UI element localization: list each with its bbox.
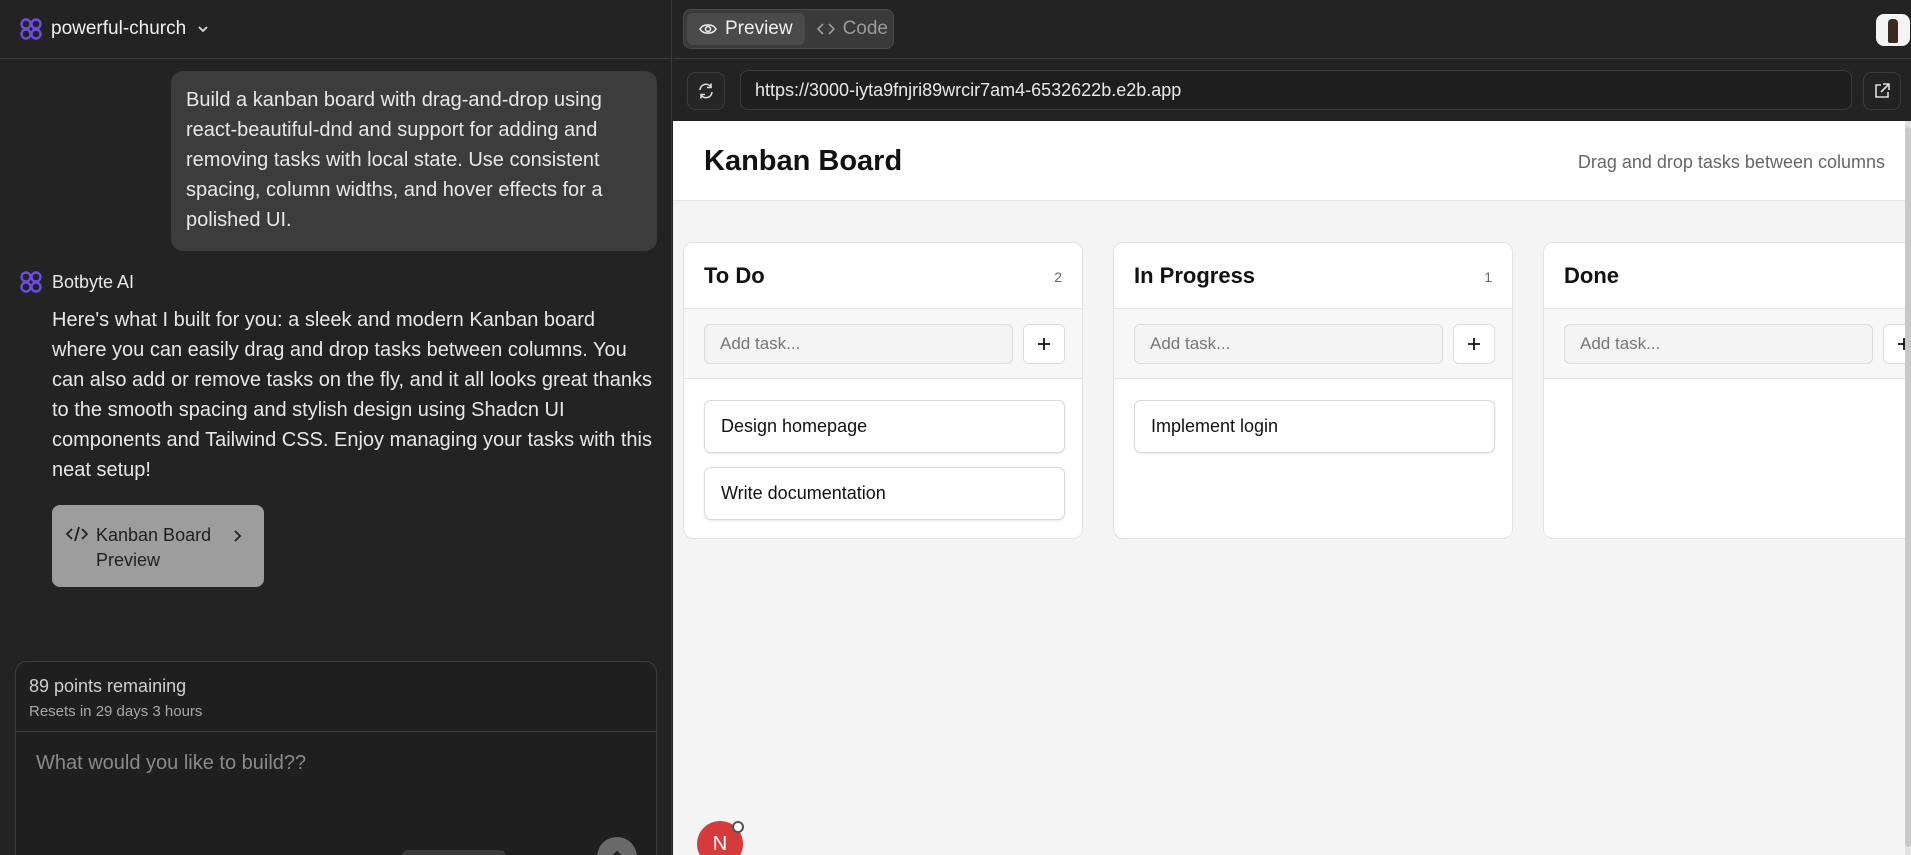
preview-card-label: Kanban Board Preview bbox=[96, 525, 212, 570]
plus-icon bbox=[1038, 338, 1050, 350]
tab-code-label: Code bbox=[842, 18, 888, 39]
column-header: In Progress 1 bbox=[1114, 243, 1512, 309]
add-task-input[interactable] bbox=[1134, 324, 1443, 364]
tab-preview-label: Preview bbox=[725, 18, 793, 39]
chevron-right-icon bbox=[234, 530, 242, 542]
kanban-header: Kanban Board Drag and drop tasks between… bbox=[673, 121, 1905, 201]
eye-icon bbox=[699, 24, 717, 34]
avatar[interactable] bbox=[1876, 14, 1910, 46]
preview-panel: Preview Code Kanban Board Drag and drop … bbox=[673, 0, 1911, 855]
plus-icon bbox=[1898, 338, 1905, 350]
task-card[interactable]: Design homepage bbox=[704, 400, 1065, 453]
task-card[interactable]: Implement login bbox=[1134, 400, 1495, 453]
model-selector[interactable] bbox=[402, 850, 506, 855]
ai-name: Botbyte AI bbox=[52, 271, 135, 292]
column-title: Done bbox=[1564, 263, 1619, 288]
kanban-subtitle: Drag and drop tasks between columns bbox=[1577, 152, 1885, 172]
chevron-down-icon[interactable] bbox=[196, 22, 210, 36]
user-message: Build a kanban board with drag-and-drop … bbox=[171, 71, 657, 251]
add-task-button[interactable] bbox=[1883, 324, 1905, 364]
preview-toolbar: Preview Code bbox=[673, 0, 1911, 59]
add-task-row bbox=[1544, 309, 1905, 379]
task-card[interactable]: Write documentation bbox=[704, 467, 1065, 520]
preview-scrollbar[interactable] bbox=[1905, 121, 1911, 855]
preview-frame: Kanban Board Drag and drop tasks between… bbox=[673, 121, 1905, 855]
add-task-input[interactable] bbox=[704, 324, 1013, 364]
code-icon bbox=[816, 23, 835, 35]
ai-author: Botbyte AI bbox=[19, 270, 134, 294]
project-name[interactable]: powerful-church bbox=[51, 18, 186, 40]
tab-preview[interactable]: Preview bbox=[687, 13, 805, 45]
column-in-progress: In Progress 1 Implement login bbox=[1113, 242, 1513, 539]
column-count: 2 bbox=[1054, 269, 1062, 285]
column-header: To Do 2 bbox=[684, 243, 1082, 309]
logo-icon bbox=[20, 18, 42, 40]
chat-panel: powerful-church Build a kanban board wit… bbox=[0, 0, 672, 855]
badge-letter: N bbox=[712, 832, 728, 855]
points-info: 89 points remaining Resets in 29 days 3 … bbox=[16, 662, 656, 732]
plus-icon bbox=[1468, 338, 1480, 350]
column-title: In Progress bbox=[1134, 263, 1256, 288]
column-count: 1 bbox=[1484, 269, 1492, 285]
kanban-title: Kanban Board bbox=[704, 145, 903, 177]
send-button[interactable] bbox=[597, 837, 637, 855]
add-task-button[interactable] bbox=[1023, 324, 1065, 364]
add-task-input[interactable] bbox=[1564, 324, 1873, 364]
prompt-input[interactable] bbox=[16, 733, 656, 833]
badge-dot bbox=[732, 821, 744, 833]
kanban-preview-card[interactable]: Kanban Board Preview bbox=[52, 505, 264, 587]
send-icon bbox=[612, 850, 622, 855]
code-icon bbox=[66, 526, 88, 542]
column-header: Done bbox=[1544, 243, 1905, 309]
points-reset: Resets in 29 days 3 hours bbox=[29, 703, 203, 720]
composer: 89 points remaining Resets in 29 days 3 … bbox=[15, 661, 657, 855]
column-todo: To Do 2 Design homepage Write documentat… bbox=[683, 242, 1083, 539]
tab-code[interactable]: Code bbox=[805, 13, 900, 45]
logo-icon bbox=[20, 271, 42, 293]
points-remaining: 89 points remaining bbox=[29, 676, 187, 696]
view-toggle: Preview Code bbox=[683, 9, 894, 49]
column-done: Done bbox=[1543, 242, 1905, 539]
add-task-row bbox=[1114, 309, 1512, 379]
url-input[interactable] bbox=[740, 70, 1852, 110]
project-header[interactable]: powerful-church bbox=[0, 0, 672, 59]
add-task-row bbox=[684, 309, 1082, 379]
url-bar bbox=[673, 60, 1911, 121]
ai-message: Here's what I built for you: a sleek and… bbox=[52, 309, 652, 481]
external-link-icon bbox=[1875, 83, 1890, 98]
reload-icon bbox=[699, 83, 713, 99]
reload-button[interactable] bbox=[687, 72, 725, 110]
dev-indicator-badge[interactable]: N bbox=[697, 821, 744, 855]
open-external-button[interactable] bbox=[1863, 72, 1901, 110]
column-title: To Do bbox=[704, 263, 765, 288]
add-task-button[interactable] bbox=[1453, 324, 1495, 364]
